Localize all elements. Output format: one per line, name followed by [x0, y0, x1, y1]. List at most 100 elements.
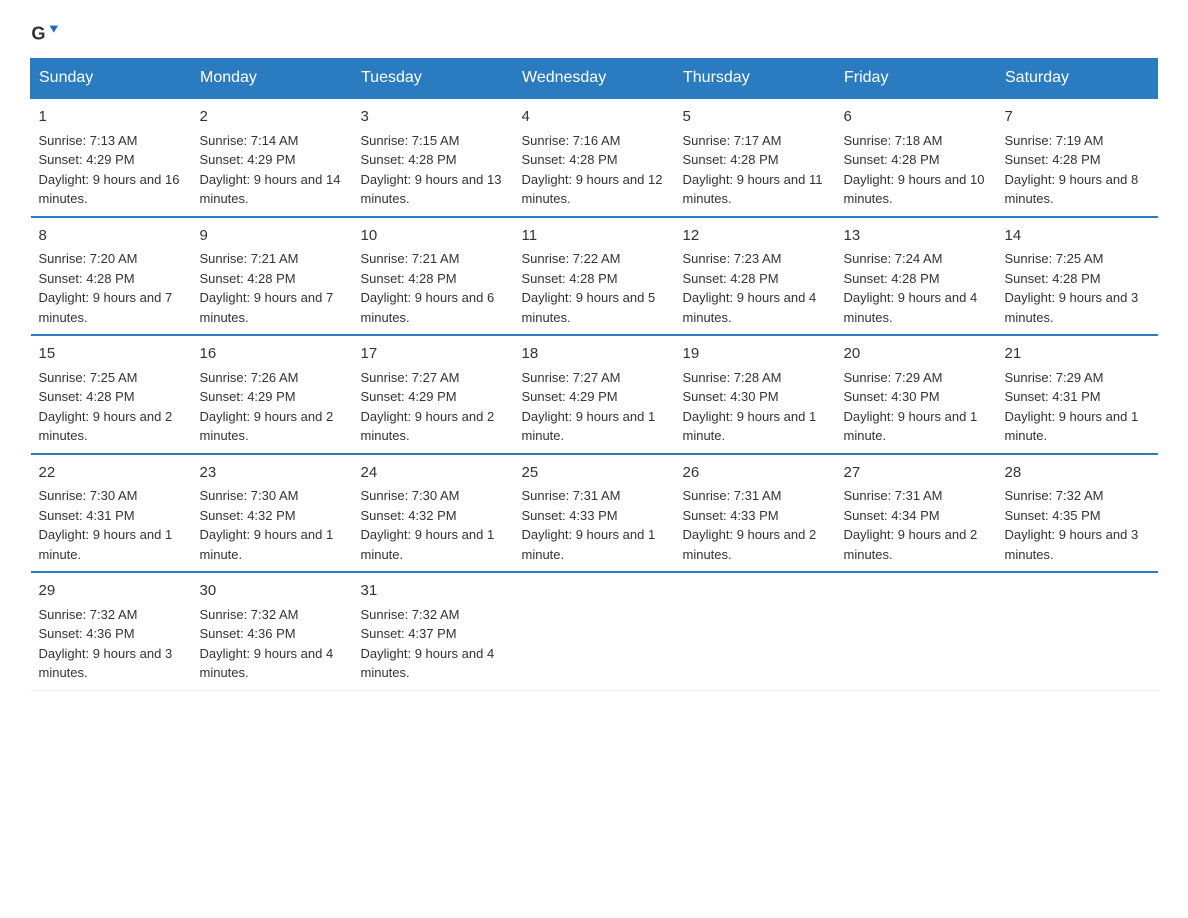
- sunrise-text: Sunrise: 7:19 AM: [1005, 133, 1104, 148]
- sunset-text: Sunset: 4:33 PM: [683, 508, 779, 523]
- day-number: 11: [522, 225, 667, 248]
- sunrise-text: Sunrise: 7:31 AM: [683, 488, 782, 503]
- calendar-cell: 7Sunrise: 7:19 AMSunset: 4:28 PMDaylight…: [997, 98, 1158, 217]
- calendar-cell: 11Sunrise: 7:22 AMSunset: 4:28 PMDayligh…: [514, 217, 675, 336]
- sunrise-text: Sunrise: 7:30 AM: [39, 488, 138, 503]
- sunrise-text: Sunrise: 7:27 AM: [361, 370, 460, 385]
- day-number: 3: [361, 106, 506, 129]
- sunset-text: Sunset: 4:33 PM: [522, 508, 618, 523]
- day-number: 18: [522, 343, 667, 366]
- day-number: 19: [683, 343, 828, 366]
- sunrise-text: Sunrise: 7:17 AM: [683, 133, 782, 148]
- calendar-empty-cell: [675, 572, 836, 690]
- calendar-week-row: 15 Sunrise: 7:25 AM Sunset: 4:28 PM Dayligh…: [31, 335, 1158, 454]
- sunset-text: Sunset: 4:28 PM: [683, 152, 779, 167]
- sunset-text: Sunset: 4:28 PM: [1005, 271, 1101, 286]
- day-number: 24: [361, 462, 506, 485]
- daylight-text: Daylight: 9 hours and 3 minutes.: [1005, 290, 1139, 325]
- day-number: 17: [361, 343, 506, 366]
- sunset-text: Sunset: 4:31 PM: [39, 508, 135, 523]
- daylight-text: Daylight: 9 hours and 2 minutes.: [683, 527, 817, 562]
- day-number: 2: [200, 106, 345, 129]
- calendar-cell: 15 Sunrise: 7:25 AM Sunset: 4:28 PM Dayligh…: [31, 335, 192, 454]
- daylight-text: Daylight: 9 hours and 13 minutes.: [361, 172, 502, 207]
- day-number: 10: [361, 225, 506, 248]
- sunrise-text: Sunrise: 7:25 AM: [39, 370, 138, 385]
- sunrise-text: Sunrise: 7:14 AM: [200, 133, 299, 148]
- calendar-cell: 26 Sunrise: 7:31 AM Sunset: 4:33 PM Dayligh…: [675, 454, 836, 573]
- sunrise-text: Sunrise: 7:25 AM: [1005, 251, 1104, 266]
- sunrise-text: Sunrise: 7:16 AM: [522, 133, 621, 148]
- daylight-text: Daylight: 9 hours and 1 minute.: [683, 409, 817, 444]
- calendar-cell: 2Sunrise: 7:14 AMSunset: 4:29 PMDaylight…: [192, 98, 353, 217]
- sunset-text: Sunset: 4:29 PM: [39, 152, 135, 167]
- sunrise-text: Sunrise: 7:15 AM: [361, 133, 460, 148]
- day-number: 14: [1005, 225, 1150, 248]
- sunset-text: Sunset: 4:28 PM: [200, 271, 296, 286]
- daylight-text: Daylight: 9 hours and 4 minutes.: [200, 646, 334, 681]
- daylight-text: Daylight: 9 hours and 1 minute.: [39, 527, 173, 562]
- sunrise-text: Sunrise: 7:31 AM: [522, 488, 621, 503]
- calendar-cell: 19Sunrise: 7:28 AMSunset: 4:30 PMDayligh…: [675, 335, 836, 454]
- calendar-empty-cell: [997, 572, 1158, 690]
- sunrise-text: Sunrise: 7:22 AM: [522, 251, 621, 266]
- day-number: 6: [844, 106, 989, 129]
- sunrise-text: Sunrise: 7:32 AM: [361, 607, 460, 622]
- calendar-cell: 28Sunrise: 7:32 AMSunset: 4:35 PMDayligh…: [997, 454, 1158, 573]
- day-number: 4: [522, 106, 667, 129]
- daylight-text: Daylight: 9 hours and 4 minutes.: [683, 290, 817, 325]
- calendar-cell: 29Sunrise: 7:32 AMSunset: 4:36 PMDayligh…: [31, 572, 192, 690]
- sunset-text: Sunset: 4:28 PM: [39, 389, 135, 404]
- sunset-text: Sunset: 4:29 PM: [200, 389, 296, 404]
- day-number: 12: [683, 225, 828, 248]
- daylight-text: Daylight: 9 hours and 1 minute.: [844, 409, 978, 444]
- daylight-text: Daylight: 9 hours and 2 minutes.: [39, 409, 173, 444]
- calendar-cell: 16Sunrise: 7:26 AMSunset: 4:29 PMDayligh…: [192, 335, 353, 454]
- sunset-text: Sunset: 4:32 PM: [200, 508, 296, 523]
- sunrise-text: Sunrise: 7:32 AM: [200, 607, 299, 622]
- sunset-text: Sunset: 4:28 PM: [844, 271, 940, 286]
- calendar-cell: 27Sunrise: 7:31 AMSunset: 4:34 PMDayligh…: [836, 454, 997, 573]
- sunrise-text: Sunrise: 7:28 AM: [683, 370, 782, 385]
- daylight-text: Daylight: 9 hours and 10 minutes.: [844, 172, 985, 207]
- day-number: 27: [844, 462, 989, 485]
- day-number: 15: [39, 343, 184, 366]
- daylight-text: Daylight: 9 hours and 6 minutes.: [361, 290, 495, 325]
- sunrise-text: Sunrise: 7:31 AM: [844, 488, 943, 503]
- calendar-header-saturday: Saturday: [997, 59, 1158, 99]
- sunset-text: Sunset: 4:29 PM: [361, 389, 457, 404]
- day-number: 26: [683, 462, 828, 485]
- calendar-header-friday: Friday: [836, 59, 997, 99]
- calendar-empty-cell: [514, 572, 675, 690]
- calendar-cell: 25Sunrise: 7:31 AMSunset: 4:33 PMDayligh…: [514, 454, 675, 573]
- day-number: 16: [200, 343, 345, 366]
- daylight-text: Daylight: 9 hours and 1 minute.: [200, 527, 334, 562]
- sunrise-text: Sunrise: 7:32 AM: [1005, 488, 1104, 503]
- sunrise-text: Sunrise: 7:21 AM: [361, 251, 460, 266]
- calendar-cell: 1Sunrise: 7:13 AMSunset: 4:29 PMDaylight…: [31, 98, 192, 217]
- calendar-cell: 14 Sunrise: 7:25 AM Sunset: 4:28 PM Dayligh…: [997, 217, 1158, 336]
- calendar-header-monday: Monday: [192, 59, 353, 99]
- sunset-text: Sunset: 4:32 PM: [361, 508, 457, 523]
- daylight-text: Daylight: 9 hours and 1 minute.: [361, 527, 495, 562]
- calendar-header-tuesday: Tuesday: [353, 59, 514, 99]
- calendar-table: SundayMondayTuesdayWednesdayThursdayFrid…: [30, 58, 1158, 691]
- sunset-text: Sunset: 4:28 PM: [1005, 152, 1101, 167]
- sunset-text: Sunset: 4:36 PM: [39, 626, 135, 641]
- sunset-text: Sunset: 4:28 PM: [39, 271, 135, 286]
- calendar-week-row: 22Sunrise: 7:30 AMSunset: 4:31 PMDayligh…: [31, 454, 1158, 573]
- calendar-cell: 21Sunrise: 7:29 AMSunset: 4:31 PMDayligh…: [997, 335, 1158, 454]
- sunrise-text: Sunrise: 7:21 AM: [200, 251, 299, 266]
- sunrise-text: Sunrise: 7:20 AM: [39, 251, 138, 266]
- calendar-cell: 17Sunrise: 7:27 AMSunset: 4:29 PMDayligh…: [353, 335, 514, 454]
- calendar-cell: 24Sunrise: 7:30 AMSunset: 4:32 PMDayligh…: [353, 454, 514, 573]
- sunset-text: Sunset: 4:29 PM: [200, 152, 296, 167]
- calendar-cell: 10Sunrise: 7:21 AMSunset: 4:28 PMDayligh…: [353, 217, 514, 336]
- svg-text:G: G: [31, 24, 45, 44]
- daylight-text: Daylight: 9 hours and 4 minutes.: [844, 290, 978, 325]
- calendar-week-row: 1Sunrise: 7:13 AMSunset: 4:29 PMDaylight…: [31, 98, 1158, 217]
- daylight-text: Daylight: 9 hours and 1 minute.: [522, 527, 656, 562]
- daylight-text: Daylight: 9 hours and 7 minutes.: [39, 290, 173, 325]
- day-number: 31: [361, 580, 506, 603]
- day-number: 23: [200, 462, 345, 485]
